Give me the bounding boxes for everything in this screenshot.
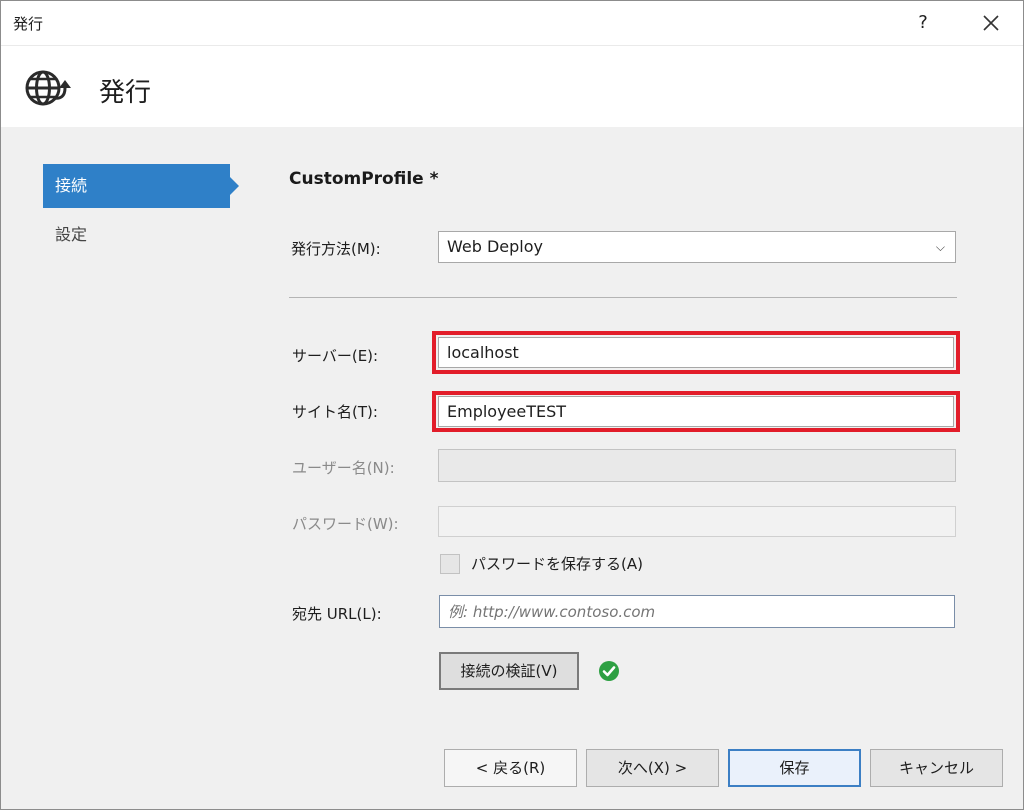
- profile-name: CustomProfile *: [289, 169, 439, 189]
- save-password-label: パスワードを保存する(A): [471, 555, 643, 573]
- nav-item-settings[interactable]: 設定: [43, 213, 230, 257]
- publish-dialog: 発行 ? 発行 接続 設定 CustomProfile * 発行方法(M): W…: [0, 0, 1024, 810]
- cancel-button[interactable]: キャンセル: [870, 749, 1003, 787]
- dialog-header: 発行: [1, 45, 1023, 127]
- nav-active-arrow: [230, 177, 239, 195]
- site-name-input[interactable]: [438, 396, 954, 427]
- publish-method-label: 発行方法(M):: [291, 240, 381, 258]
- title-bar: 発行 ?: [1, 1, 1023, 45]
- nav-item-label: 接続: [55, 176, 88, 195]
- nav-item-connection[interactable]: 接続: [43, 164, 239, 208]
- check-circle-icon: [599, 661, 619, 681]
- nav-item-label: 設定: [55, 225, 88, 244]
- destination-url-label: 宛先 URL(L):: [292, 605, 382, 623]
- server-label: サーバー(E):: [292, 347, 379, 365]
- username-label: ユーザー名(N):: [292, 459, 395, 477]
- dialog-heading: 発行: [99, 78, 152, 108]
- help-button[interactable]: ?: [901, 5, 945, 41]
- close-icon: [983, 15, 999, 31]
- next-button[interactable]: 次へ(X) >: [586, 749, 719, 787]
- publish-method-select[interactable]: Web Deploy ⌵: [438, 231, 956, 263]
- save-password-checkbox[interactable]: [440, 554, 460, 574]
- destination-url-input[interactable]: [439, 595, 955, 628]
- globe-publish-icon: [25, 70, 71, 106]
- site-name-label: サイト名(T):: [292, 403, 378, 421]
- validate-connection-button[interactable]: 接続の検証(V): [439, 652, 579, 690]
- window-title: 発行: [13, 15, 44, 33]
- chevron-down-icon: ⌵: [935, 240, 945, 254]
- password-input[interactable]: [438, 506, 956, 537]
- password-label: パスワード(W):: [292, 515, 399, 533]
- save-button[interactable]: 保存: [728, 749, 861, 787]
- server-input[interactable]: [438, 337, 954, 368]
- back-button[interactable]: < 戻る(R): [444, 749, 577, 787]
- section-divider: [289, 297, 957, 298]
- username-input[interactable]: [438, 449, 956, 482]
- close-button[interactable]: [967, 5, 1015, 41]
- publish-method-value: Web Deploy: [447, 237, 543, 256]
